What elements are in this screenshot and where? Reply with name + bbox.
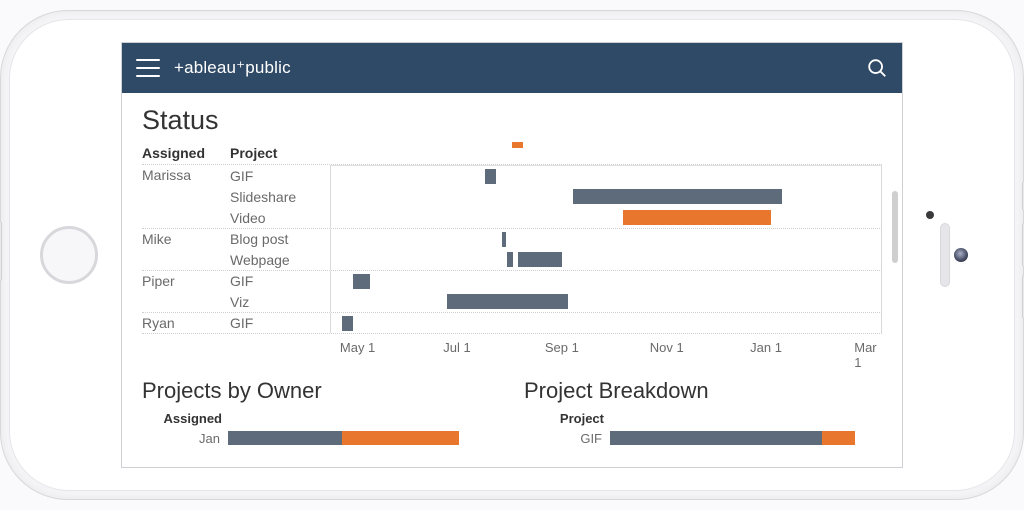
gantt-bar[interactable]: [485, 169, 496, 184]
power-button: [0, 221, 2, 281]
dashboard-content[interactable]: Status Assigned Project Marissa GIF: [122, 93, 902, 467]
gantt-bar[interactable]: [623, 210, 772, 225]
project-label: GIF: [230, 315, 330, 331]
breakdown-title: Project Breakdown: [524, 378, 882, 404]
project-label: GIF: [230, 168, 330, 184]
status-gantt-chart: Assigned Project Marissa GIF: [142, 142, 882, 358]
axis-tick: Jan 1: [750, 340, 782, 355]
col-project: Project: [230, 145, 330, 161]
phone-shell: +ableau⁺public Status Assigned Project: [0, 10, 1024, 500]
project-label: Webpage: [230, 252, 330, 268]
by-owner-title: Projects by Owner: [142, 378, 500, 404]
axis-tick: Nov 1: [650, 340, 684, 355]
gantt-bar[interactable]: [518, 252, 562, 267]
bar-segment[interactable]: [342, 431, 459, 445]
project-label: Blog post: [230, 231, 330, 247]
owner-label: Ryan: [142, 313, 230, 331]
col-assigned: Assigned: [142, 411, 228, 426]
phone-inner: +ableau⁺public Status Assigned Project: [9, 19, 1015, 491]
bar-segment[interactable]: [822, 431, 855, 445]
search-icon[interactable]: [866, 57, 888, 79]
project-row-label: GIF: [524, 431, 610, 446]
gantt-bar[interactable]: [342, 316, 353, 331]
bar-segment[interactable]: [228, 431, 342, 445]
gantt-bar[interactable]: [353, 274, 370, 289]
axis-tick: Jul 1: [443, 340, 470, 355]
status-title: Status: [142, 105, 882, 136]
gantt-bar[interactable]: [502, 232, 506, 247]
project-label: GIF: [230, 273, 330, 289]
menu-icon[interactable]: [136, 59, 160, 77]
projects-by-owner-chart: Projects by Owner Assigned Jan: [142, 362, 500, 448]
project-breakdown-chart: Project Breakdown Project GIF: [524, 362, 882, 448]
axis-tick: Mar 1: [854, 340, 876, 370]
project-label: Slideshare: [230, 189, 330, 205]
col-assigned: Assigned: [142, 145, 230, 161]
proximity-sensor: [926, 211, 934, 219]
owner-label: Marissa: [142, 165, 230, 183]
owner-row-label: Jan: [142, 431, 228, 446]
scrollbar[interactable]: [892, 191, 898, 263]
axis-tick: May 1: [340, 340, 375, 355]
brand-logo: +ableau⁺public: [174, 58, 291, 78]
x-axis: May 1 Jul 1 Sep 1 Nov 1 Jan 1 Mar 1: [330, 340, 882, 358]
bar-segment[interactable]: [610, 431, 822, 445]
col-project: Project: [524, 411, 610, 426]
home-button[interactable]: [40, 226, 98, 284]
screen: +ableau⁺public Status Assigned Project: [121, 42, 903, 468]
project-label: Viz: [230, 294, 330, 310]
gantt-bar[interactable]: [507, 252, 513, 267]
gantt-bar[interactable]: [447, 294, 568, 309]
app-topbar: +ableau⁺public: [122, 43, 902, 93]
front-camera: [954, 248, 968, 262]
overflow-marker: [512, 142, 523, 148]
gantt-bar[interactable]: [573, 189, 782, 204]
earpiece-speaker: [940, 223, 950, 287]
owner-label: Mike: [142, 229, 230, 247]
axis-tick: Sep 1: [545, 340, 579, 355]
owner-label: Piper: [142, 271, 230, 289]
project-label: Video: [230, 210, 330, 226]
